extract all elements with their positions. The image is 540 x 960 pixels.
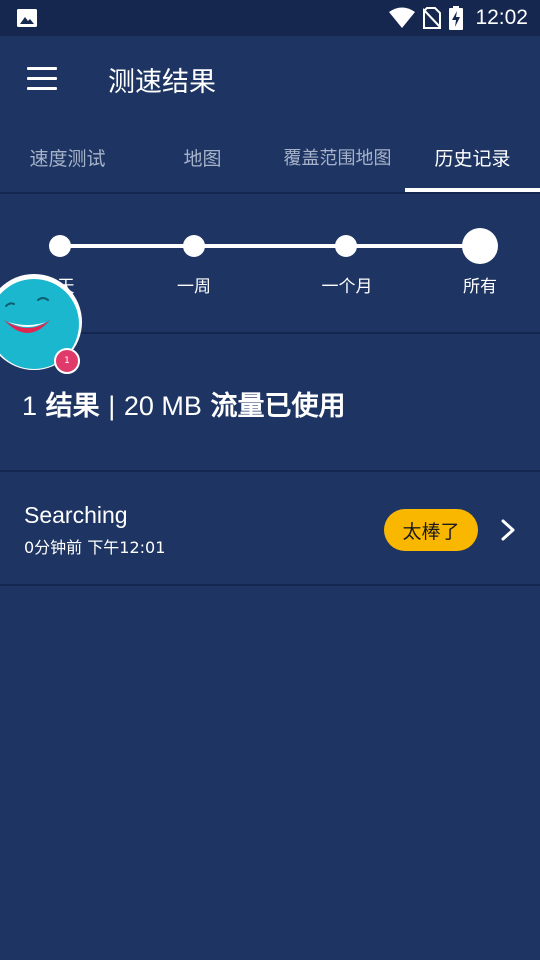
hamburger-menu-icon[interactable] — [27, 67, 57, 91]
tab-map[interactable]: 地图 — [135, 124, 270, 190]
status-bar: 12:02 — [0, 0, 540, 36]
slider-stop-month[interactable] — [335, 235, 357, 257]
filter-label-all[interactable]: 所有 — [463, 272, 497, 297]
battery-charging-icon — [449, 6, 464, 30]
slider-track[interactable] — [60, 244, 480, 248]
page-title: 测速结果 — [108, 67, 216, 98]
tab-speed-test[interactable]: 速度测试 — [0, 124, 135, 190]
summary-text: 1 结果 | 20 MB 流量已使用 — [22, 384, 345, 423]
slider-stop-week[interactable] — [183, 235, 205, 257]
filter-label-week[interactable]: 一周 — [177, 272, 211, 297]
wifi-icon — [389, 7, 416, 28]
rating-badge: 太棒了 — [384, 509, 478, 551]
summary-separator: | — [108, 391, 116, 421]
chevron-right-icon[interactable] — [500, 518, 516, 542]
result-timestamp: 0分钟前 下午12:01 — [24, 538, 166, 557]
filter-label-month[interactable]: 一个月 — [322, 272, 373, 297]
tab-coverage-map[interactable]: 覆盖范围地图 — [270, 124, 405, 190]
tab-history[interactable]: 历史记录 — [405, 124, 540, 190]
tab-bar: 速度测试 地图 覆盖范围地图 历史记录 — [0, 124, 540, 194]
status-time: 12:02 — [475, 6, 528, 29]
result-count: 1 — [22, 391, 38, 421]
results-label: 结果 — [45, 391, 100, 422]
slider-stop-all[interactable] — [462, 228, 498, 264]
data-used-label: 流量已使用 — [210, 391, 346, 422]
gallery-icon — [17, 9, 37, 27]
slider-stop-day[interactable] — [49, 235, 71, 257]
result-title: Searching — [24, 502, 128, 528]
notification-badge: 1 — [54, 348, 80, 374]
result-list-item[interactable]: Searching 0分钟前 下午12:01 太棒了 — [0, 472, 540, 586]
no-sim-icon — [423, 7, 442, 29]
app-bar: 测速结果 — [0, 36, 540, 124]
active-tab-indicator — [405, 188, 540, 192]
data-used-amount: 20 MB — [123, 391, 202, 421]
